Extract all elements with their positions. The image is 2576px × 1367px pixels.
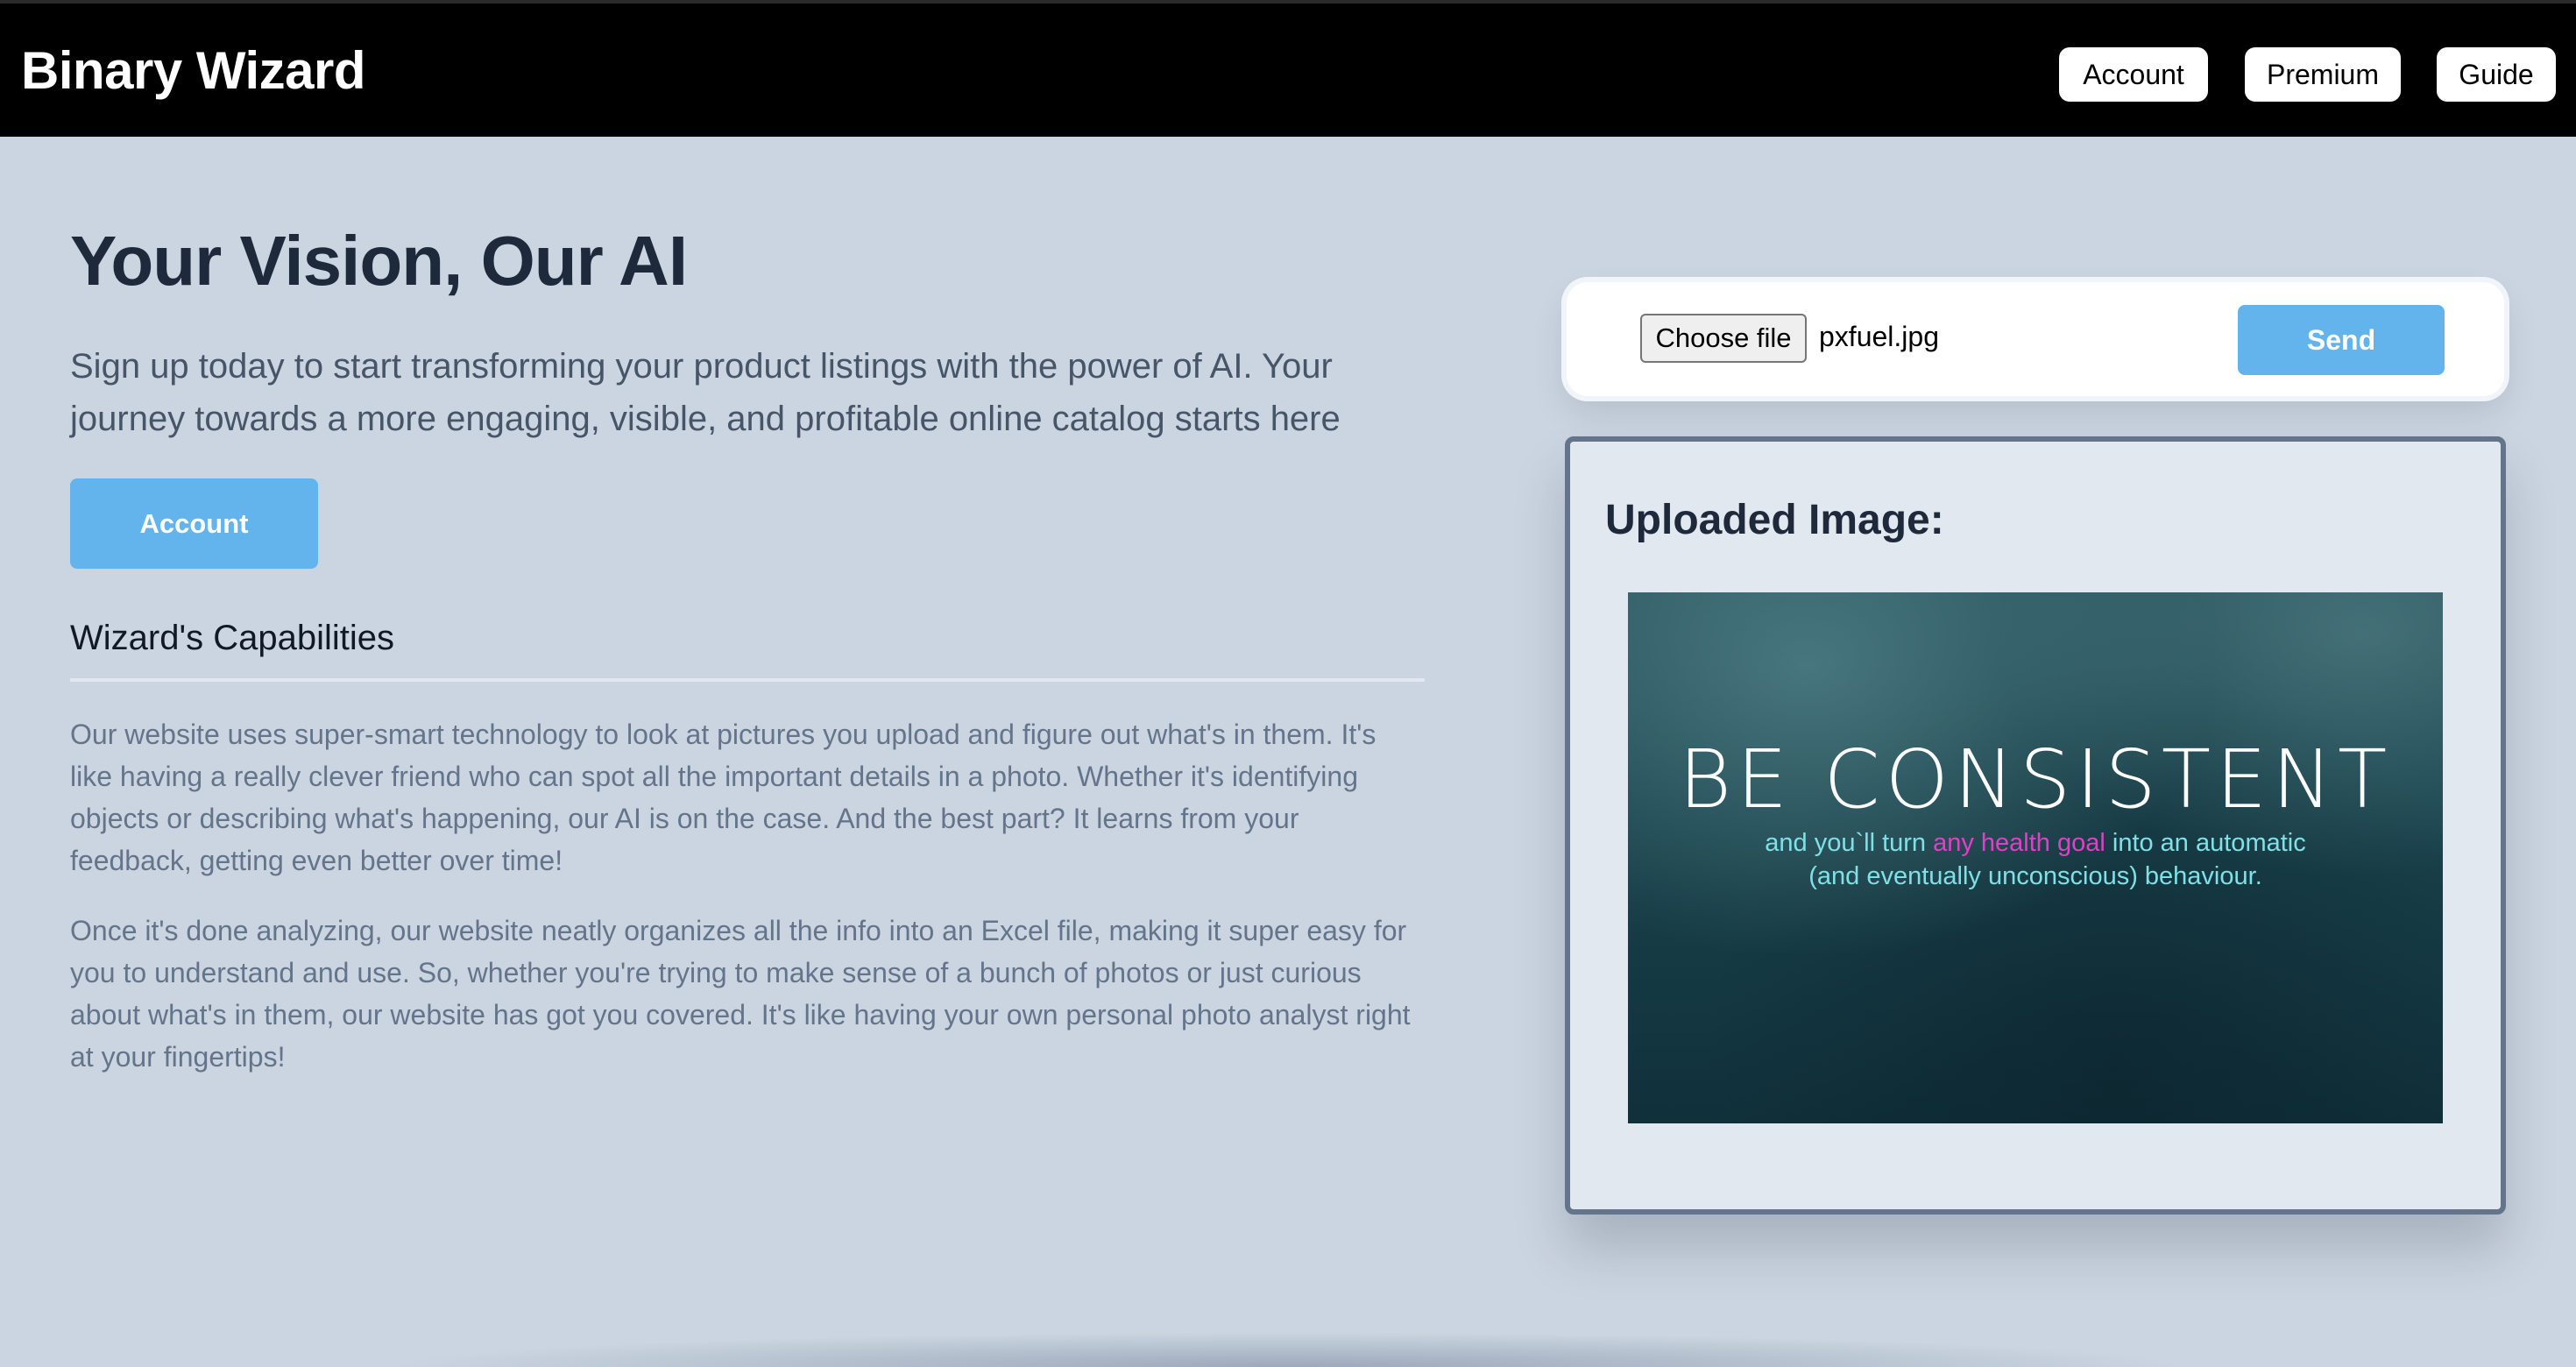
top-navbar: Binary Wizard Account Premium Guide: [0, 0, 2576, 137]
uploaded-image-panel: Uploaded Image: BE CONSISTENT and you`ll…: [1565, 436, 2506, 1215]
capabilities-paragraph-2: Once it's done analyzing, our website ne…: [70, 915, 1411, 1073]
image-caption-pre: and you`ll turn: [1765, 829, 1934, 857]
selected-file-name: pxfuel.jpg: [1819, 321, 1939, 352]
brand-logo-text[interactable]: Binary Wizard: [21, 40, 366, 101]
capabilities-divider: [70, 678, 1425, 682]
account-cta-button[interactable]: Account: [70, 478, 318, 569]
uploaded-image-preview: BE CONSISTENT and you`ll turn any health…: [1628, 592, 2443, 1123]
nav-guide-button[interactable]: Guide: [2437, 47, 2556, 102]
choose-file-button[interactable]: Choose file: [1640, 314, 1807, 363]
bottom-shadow: [386, 1332, 2190, 1367]
nav-premium-button[interactable]: Premium: [2245, 47, 2401, 102]
uploaded-image-title: Uploaded Image:: [1605, 497, 1944, 543]
capabilities-paragraph-1: Our website uses super-smart technology …: [70, 719, 1376, 876]
hero-title: Your Vision, Our AI: [70, 222, 688, 300]
image-caption-line-1: and you`ll turn any health goal into an …: [1628, 829, 2443, 858]
nav-account-button[interactable]: Account: [2059, 47, 2208, 102]
image-caption-line-2: (and eventually unconscious) behaviour.: [1808, 862, 2262, 890]
image-caption-post: into an automatic: [2105, 829, 2306, 857]
send-button[interactable]: Send: [2238, 305, 2445, 375]
image-caption-accent: any health goal: [1933, 829, 2105, 857]
image-headline-text: BE CONSISTENT: [1678, 733, 2393, 826]
upload-form-card: Choose file pxfuel.jpg Send: [1567, 282, 2504, 396]
capabilities-heading: Wizard's Capabilities: [70, 619, 394, 657]
hero-subtitle: Sign up today to start transforming your…: [70, 347, 1341, 438]
